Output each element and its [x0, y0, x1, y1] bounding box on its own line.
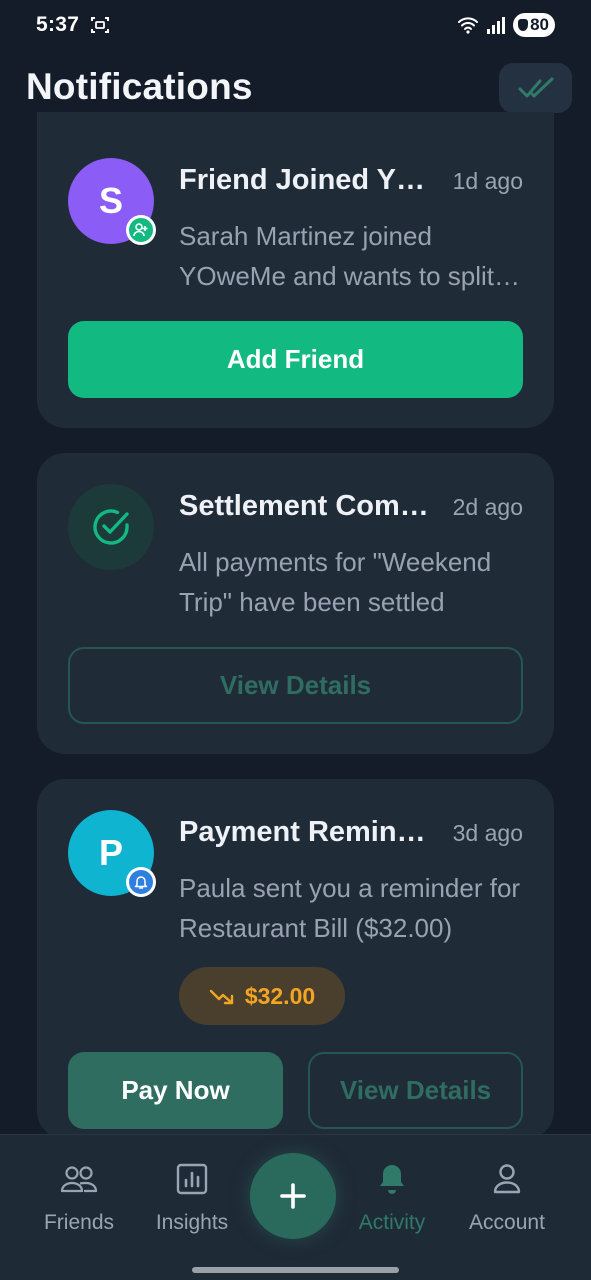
nav-label: Account: [469, 1211, 545, 1234]
trend-down-icon: [209, 989, 234, 1005]
amount-badge: $32.00: [179, 967, 345, 1025]
notification-title: Friend Joined YOweMe: [179, 164, 441, 196]
notification-card-settlement: Settlement Complete 2d ago All payments …: [37, 453, 554, 754]
notification-card-friend-joined: S Friend Joined YOweMe 1d ago Sarah Mart…: [37, 112, 554, 428]
avatar-badge: [126, 867, 156, 897]
notification-time: 3d ago: [452, 820, 523, 846]
home-indicator: [192, 1267, 399, 1273]
view-details-button[interactable]: View Details: [308, 1052, 523, 1129]
notification-title: Settlement Complete: [179, 490, 441, 522]
nav-item-insights[interactable]: Insights: [137, 1159, 247, 1235]
nav-label: Activity: [358, 1211, 426, 1234]
amount-value: $32.00: [244, 982, 316, 1009]
notification-body: All payments for "Weekend Trip" have bee…: [179, 547, 492, 617]
nav-item-friends[interactable]: Friends: [24, 1159, 134, 1235]
signal-icon: [487, 17, 506, 34]
check-circle-icon: [93, 509, 129, 545]
bar-chart-icon: [176, 1163, 208, 1195]
status-time: 5:37: [36, 13, 80, 36]
screenshot-icon: [91, 17, 109, 33]
notification-card-payment-reminder: P Payment Reminder 3d ago Paula sent you…: [37, 779, 554, 1139]
avatar-letter: S: [98, 180, 123, 221]
notification-time: 1d ago: [452, 168, 523, 194]
avatar-badge: [126, 215, 156, 245]
avatar: P: [68, 810, 156, 897]
status-bar: 5:37 80: [0, 0, 591, 52]
wifi-icon: [458, 17, 479, 34]
bell-icon: [129, 870, 153, 894]
notification-title: Payment Reminder: [179, 816, 441, 848]
page-title: Notifications: [26, 66, 253, 107]
notification-time: 2d ago: [452, 494, 523, 520]
users-icon: [60, 1166, 98, 1193]
mark-all-read-button[interactable]: [499, 63, 572, 113]
status-indicators: 80: [457, 13, 555, 37]
nav-label: Insights: [155, 1211, 229, 1234]
pay-now-button[interactable]: Pay Now: [68, 1052, 283, 1129]
notification-body: Paula sent you a reminder for Restaurant…: [179, 873, 521, 943]
user-icon: [493, 1164, 521, 1194]
battery-saver-icon: [518, 19, 529, 31]
add-friend-button[interactable]: Add Friend: [68, 321, 523, 398]
double-check-icon: [518, 77, 553, 98]
nav-item-activity[interactable]: Activity: [337, 1159, 447, 1235]
battery-level: 80: [530, 15, 549, 34]
nav-label: Friends: [43, 1211, 115, 1234]
bottom-navigation: Friends Insights Activity Account: [0, 1134, 591, 1280]
view-details-button[interactable]: View Details: [68, 647, 523, 724]
add-expense-button[interactable]: [250, 1153, 336, 1239]
battery-indicator: 80: [513, 13, 555, 37]
nav-item-account[interactable]: Account: [452, 1159, 562, 1235]
avatar-letter: P: [98, 832, 123, 873]
avatar: S: [68, 158, 156, 245]
plus-icon: [280, 1183, 306, 1209]
bell-icon: [380, 1165, 404, 1194]
user-plus-icon: [129, 218, 153, 242]
notification-body: Sarah Martinez joined YOweMe and wants t…: [179, 221, 495, 291]
check-avatar: [68, 484, 154, 570]
